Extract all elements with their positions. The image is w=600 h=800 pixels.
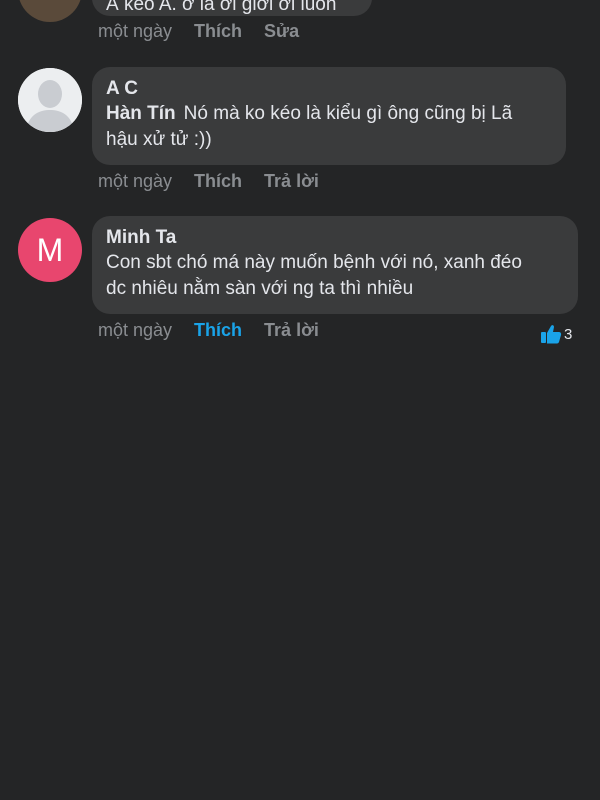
avatar[interactable] [18,0,82,22]
reaction-number: 3 [564,325,573,343]
mention-link[interactable]: Hàn Tín [106,103,176,124]
like-button[interactable]: Thích [194,21,242,42]
comment-text-line2: hậu xử tử :)) [106,129,212,150]
thumbs-up-icon [541,325,562,344]
comment-time: một ngày [98,320,173,340]
comment-text: Á kéo A. ơ là ơi giới ơi luôn [106,0,337,15]
avatar[interactable] [18,68,82,132]
comment-actions: một ngày Thích Trả lời [98,171,319,192]
edit-button[interactable]: Sửa [264,21,299,42]
reply-button[interactable]: Trả lời [264,171,319,192]
comment-text: Con sbt chó má này muốn bệnh với nó, xan… [106,250,562,302]
default-user-icon [18,68,82,132]
reaction-count[interactable]: 3 [540,324,572,344]
like-button[interactable]: Thích [194,320,242,341]
comment-author[interactable]: A C [106,77,550,101]
comment-actions: một ngày Thích Sửa [98,21,299,42]
comment-text-line1: Nó mà ko kéo là kiểu gì ông cũng bị Lã [183,103,513,124]
comment-bubble: Minh Ta Con sbt chó má này muốn bệnh với… [92,216,578,314]
comment-text: Hàn Tín Nó mà ko kéo là kiểu gì ông cũng … [106,101,550,153]
comment-text-line2: dc nhiêu nằm sàn với ng ta thì nhiều [106,278,414,299]
comment-time: một ngày [98,171,173,191]
comment-time: một ngày [98,21,173,41]
avatar[interactable]: M [18,218,82,282]
reply-button[interactable]: Trả lời [264,320,319,341]
like-button[interactable]: Thích [194,171,242,192]
comment-author[interactable]: Minh Ta [106,226,562,250]
avatar-letter: M [36,231,64,268]
comment-actions: một ngày Thích Trả lời [98,320,319,341]
comment-text-line1: Con sbt chó má này muốn bệnh với nó, xan… [106,252,522,273]
comment-bubble: A C Hàn Tín Nó mà ko kéo là kiểu gì ông c… [92,67,566,165]
comment-bubble: Á kéo A. ơ là ơi giới ơi luôn [92,0,372,16]
